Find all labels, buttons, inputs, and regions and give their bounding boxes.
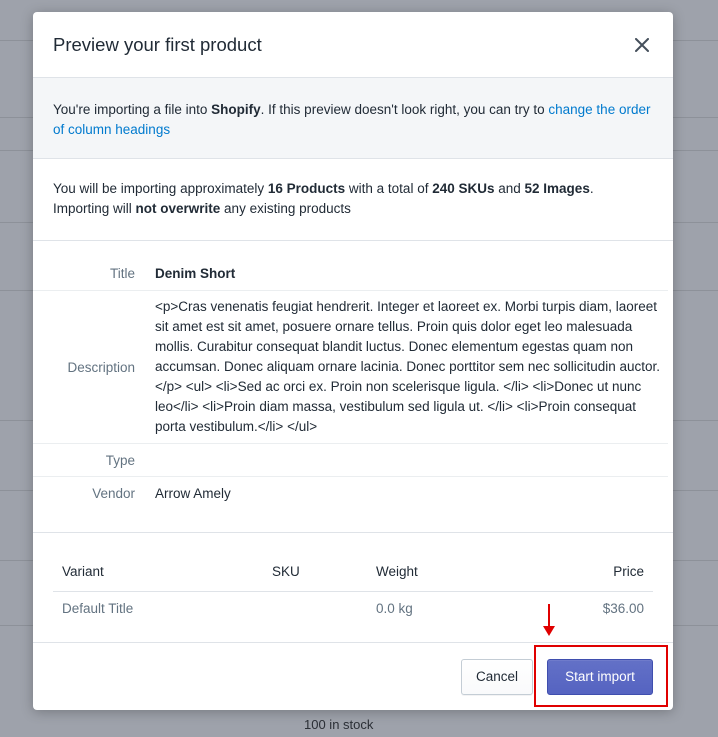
import-notice: You're importing a file into Shopify. If… [33, 78, 673, 159]
column-header-price: Price [510, 553, 653, 592]
detail-label: Vendor [92, 486, 135, 501]
variants-table: Variant SKU Weight Price Default Title 0… [53, 553, 653, 626]
summary-text: and [494, 181, 525, 196]
product-title-value: Denim Short [155, 266, 236, 281]
annotation-highlight-box [534, 645, 668, 707]
detail-row-description: Description <p>Cras venenatis feugiat he… [33, 291, 668, 444]
summary-text: . [589, 181, 594, 196]
close-icon [635, 37, 649, 52]
import-preview-modal: Preview your first product You're import… [33, 12, 673, 710]
annotation-arrow-icon [543, 604, 555, 636]
modal-title: Preview your first product [53, 33, 262, 55]
column-header-weight: Weight [367, 553, 511, 592]
overwrite-notice: not overwrite [135, 201, 221, 216]
detail-label: Type [105, 452, 135, 468]
notice-text: . If this preview doesn't look right, yo… [260, 102, 549, 117]
detail-label: Description [67, 359, 135, 375]
summary-text: Importing will [53, 201, 136, 216]
product-vendor-value: Arrow Amely [155, 486, 231, 501]
modal-header: Preview your first product [33, 12, 673, 78]
notice-text: You're importing a file into [53, 102, 212, 117]
cancel-button[interactable]: Cancel [461, 658, 533, 695]
variant-name: Default Title [62, 601, 134, 617]
table-header-row: Variant SKU Weight Price [53, 553, 653, 592]
variant-weight: 0.0 kg [376, 601, 413, 617]
detail-row-type: Type [33, 444, 668, 477]
variant-price: $36.00 [602, 601, 644, 617]
table-row: Default Title 0.0 kg $36.00 [53, 591, 653, 626]
product-count: 16 Products [267, 181, 346, 196]
product-details: Title Denim Short Description <p>Cras ve… [33, 241, 673, 533]
import-summary: You will be importing approximately 16 P… [33, 159, 673, 241]
summary-text: with a total of [345, 181, 433, 196]
detail-label: Title [109, 266, 135, 281]
close-button[interactable] [631, 34, 653, 56]
summary-text: any existing products [220, 201, 351, 216]
background-stock-text: 100 in stock [304, 717, 374, 732]
product-description-value: <p>Cras venenatis feugiat hendrerit. Int… [155, 299, 660, 434]
sku-count: 240 SKUs [432, 181, 495, 196]
notice-platform: Shopify [211, 102, 261, 117]
variant-sku [263, 591, 367, 626]
image-count: 52 Images [524, 181, 590, 196]
summary-text: You will be importing approximately [53, 181, 268, 196]
column-header-sku: SKU [263, 553, 367, 592]
detail-row-vendor: Vendor Arrow Amely [33, 477, 668, 510]
variants-section: Variant SKU Weight Price Default Title 0… [33, 533, 673, 643]
column-header-variant: Variant [53, 553, 263, 592]
detail-row-title: Title Denim Short [33, 257, 668, 291]
